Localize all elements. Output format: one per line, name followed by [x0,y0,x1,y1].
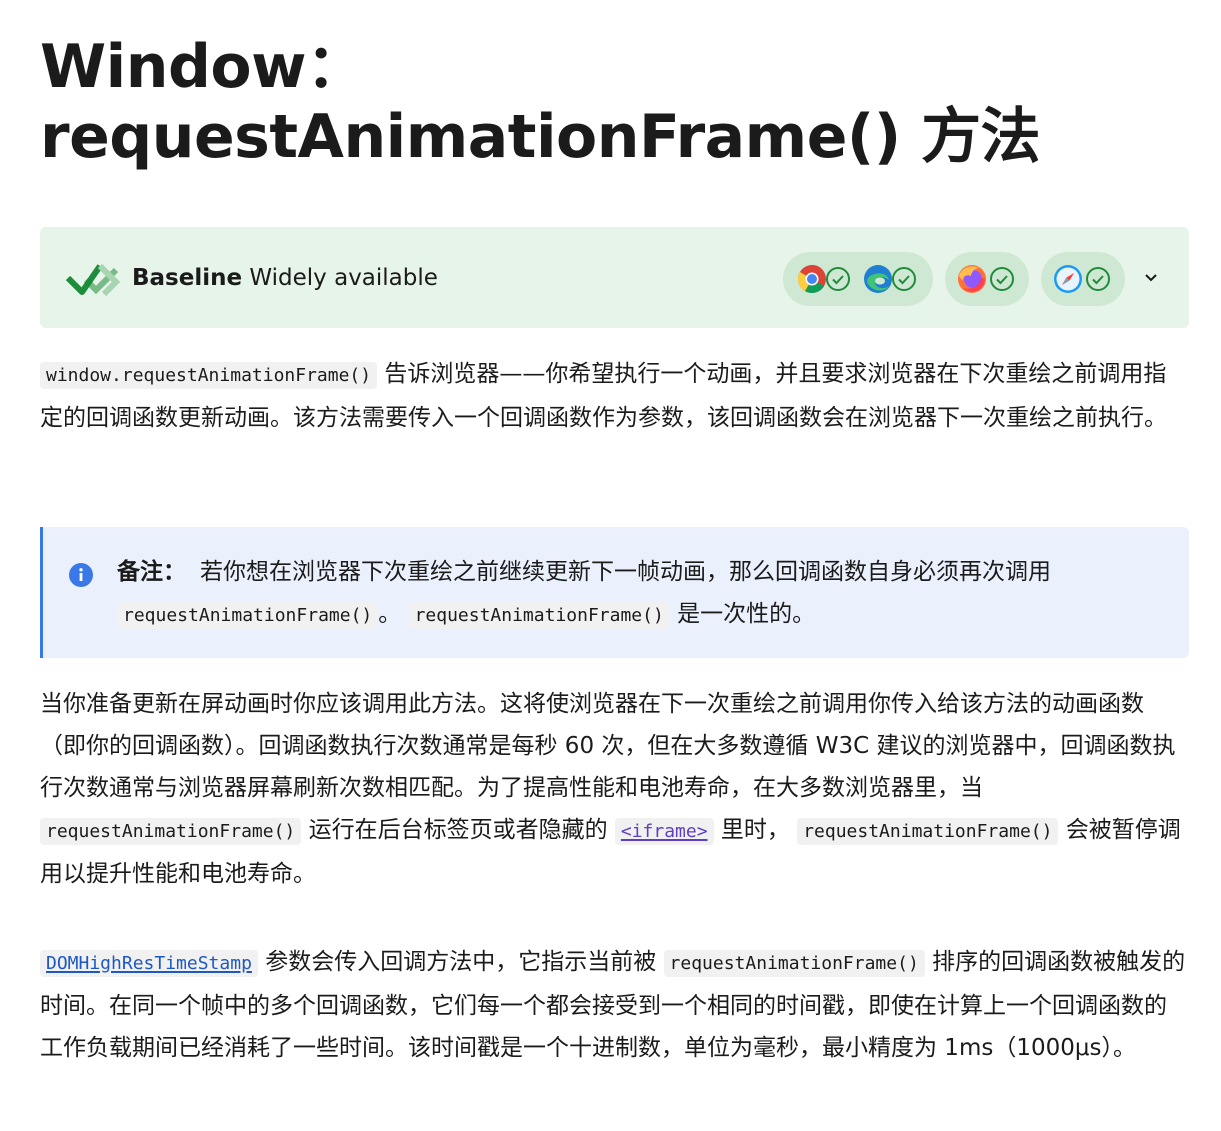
browser-group-chromium [783,252,933,306]
para2-text-1: 当你准备更新在屏动画时你应该调用此方法。这将使浏览器在下一次重绘之前调用你传入给… [40,691,1176,801]
note-callout: 备注： 若你想在浏览器下次重绘之前继续更新下一帧动画，那么回调函数自身必须再次调用… [40,527,1189,658]
baseline-banner[interactable]: Baseline Widely available [40,227,1189,328]
firefox-icon [958,265,986,293]
para3-code-1: requestAnimationFrame() [663,950,925,977]
para3-text-1: 参数会传入回调方法中，它指示当前被 [265,949,657,975]
intro-paragraph: window.requestAnimationFrame() 告诉浏览器——你希… [40,353,1189,439]
browser-group-firefox [945,252,1029,306]
note-label: 备注： [117,559,186,585]
paragraph-3: DOMHighResTimeStamp 参数会传入回调方法中，它指示当前被 re… [40,941,1189,1069]
browser-group-safari [1041,252,1125,306]
safari-supported-check-icon [1086,267,1110,291]
edge-icon [864,265,892,293]
note-text-3: 是一次性的。 [677,601,816,627]
note-code-2: requestAnimationFrame() [408,602,670,629]
para2-text-2: 运行在后台标签页或者隐藏的 [308,817,608,843]
safari-icon [1054,265,1082,293]
info-icon [69,563,93,587]
chrome-icon [798,265,826,293]
baseline-check-icon [65,263,120,296]
page-title: Window：requestAnimationFrame() 方法 [40,32,1041,172]
baseline-label-status: Widely available [249,265,438,291]
paragraph-2: 当你准备更新在屏动画时你应该调用此方法。这将使浏览器在下一次重绘之前调用你传入给… [40,683,1189,895]
baseline-label: Baseline Widely available [132,263,438,293]
chrome-supported-check-icon [826,267,850,291]
para2-text-3: 里时， [720,817,790,843]
note-text-2: 。 [378,601,402,627]
page: Window：requestAnimationFrame() 方法 Baseli… [0,0,1221,1131]
intro-code: window.requestAnimationFrame() [40,362,378,389]
chevron-down-icon[interactable] [1140,264,1162,292]
para2-code-2: requestAnimationFrame() [797,818,1059,845]
note-code-1: requestAnimationFrame() [117,602,379,629]
domhighrestimestamp-link[interactable]: DOMHighResTimeStamp [40,949,258,977]
baseline-label-bold: Baseline [132,265,243,291]
para2-code-1: requestAnimationFrame() [40,818,302,845]
iframe-link-code[interactable]: <iframe> [614,818,714,845]
edge-supported-check-icon [892,267,916,291]
firefox-supported-check-icon [990,267,1014,291]
note-text-1: 若你想在浏览器下次重绘之前继续更新下一帧动画，那么回调函数自身必须再次调用 [200,559,1051,585]
iframe-link[interactable]: <iframe> [614,817,714,845]
domhighrestimestamp-link-code[interactable]: DOMHighResTimeStamp [40,950,258,977]
note-text: 备注： 若你想在浏览器下次重绘之前继续更新下一帧动画，那么回调函数自身必须再次调用… [117,551,1157,637]
